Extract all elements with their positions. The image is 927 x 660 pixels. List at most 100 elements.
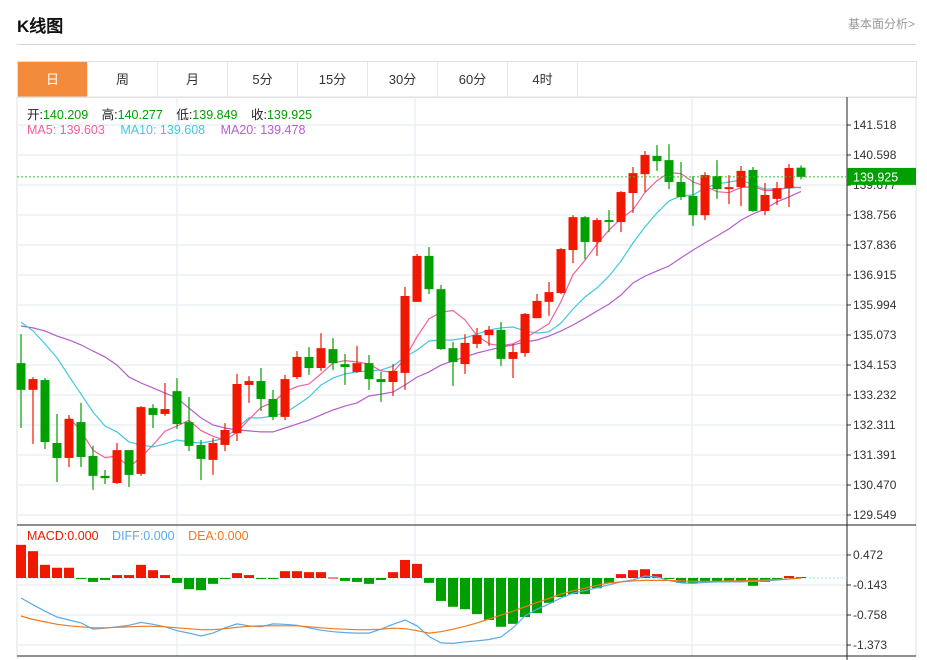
candle-up bbox=[412, 253, 422, 302]
candle-up bbox=[544, 281, 554, 316]
macd-bar bbox=[232, 573, 242, 578]
ma5-legend: MA5: 139.603 bbox=[27, 123, 105, 137]
high-value: 140.277 bbox=[117, 108, 163, 122]
candle-up bbox=[532, 294, 542, 319]
dea-legend-value: DEA:0.000 bbox=[188, 529, 249, 543]
macd-bar bbox=[136, 564, 146, 578]
macd-legend: MACD:0.000 DIFF:0.000 DEA:0.000 bbox=[27, 529, 249, 543]
candle-up bbox=[160, 383, 170, 416]
low-value: 139.849 bbox=[192, 108, 238, 122]
ma20-line bbox=[20, 190, 802, 433]
candle-body bbox=[112, 450, 122, 484]
macd-bar bbox=[172, 578, 182, 583]
macd-bar bbox=[508, 578, 518, 624]
open-value: 140.209 bbox=[42, 108, 89, 122]
macd-bar bbox=[712, 578, 722, 581]
candle-body bbox=[760, 194, 770, 211]
ma20-legend: MA20: 139.478 bbox=[220, 123, 306, 137]
candle-down bbox=[52, 413, 62, 483]
macd-tick-label: -0.758 bbox=[853, 608, 887, 622]
candle-body bbox=[412, 255, 422, 302]
candle-body bbox=[232, 383, 242, 434]
macd-bar bbox=[244, 575, 254, 578]
macd-bar bbox=[448, 578, 458, 607]
candle-up bbox=[64, 414, 74, 468]
candle-body bbox=[472, 335, 482, 344]
macd-bar bbox=[304, 572, 314, 578]
macd-bar bbox=[364, 578, 374, 584]
macd-bar bbox=[280, 571, 290, 578]
candle-up bbox=[640, 151, 650, 193]
candle-up bbox=[280, 374, 290, 421]
candle-body bbox=[736, 170, 746, 188]
candle-body bbox=[448, 348, 458, 363]
candle-body bbox=[604, 220, 614, 223]
candle-up bbox=[556, 248, 566, 295]
candle-body bbox=[292, 356, 302, 378]
candle-down bbox=[124, 450, 134, 487]
candle-body bbox=[148, 408, 158, 415]
candle-up bbox=[28, 377, 38, 444]
macd-bar bbox=[328, 577, 338, 579]
candle-body bbox=[76, 422, 86, 457]
macd-bar bbox=[208, 578, 218, 584]
candle-down bbox=[148, 404, 158, 428]
candle-down bbox=[748, 166, 758, 212]
candle-body bbox=[460, 342, 470, 365]
candle-body bbox=[784, 167, 794, 189]
candle-body bbox=[388, 370, 398, 383]
diff-legend-value: DIFF:0.000 bbox=[112, 529, 175, 543]
ma10-line bbox=[20, 179, 802, 448]
candle-up bbox=[568, 215, 578, 264]
candle-up bbox=[508, 343, 518, 379]
candle-down bbox=[304, 347, 314, 375]
price-tick-label: 132.311 bbox=[853, 418, 896, 432]
candle-down bbox=[424, 247, 434, 295]
candle-body bbox=[724, 187, 734, 190]
candle-body bbox=[376, 379, 386, 383]
candle-body bbox=[184, 422, 194, 446]
macd-bar bbox=[472, 578, 482, 615]
candle-down bbox=[196, 440, 206, 481]
kline-chart[interactable]: 141.518140.598139.677138.756137.836136.9… bbox=[0, 0, 927, 660]
macd-bar bbox=[460, 578, 470, 610]
candle-body bbox=[100, 475, 110, 479]
candle-up bbox=[112, 442, 122, 485]
candle-body bbox=[316, 348, 326, 369]
candle-down bbox=[448, 341, 458, 386]
candle-down bbox=[580, 216, 590, 260]
candle-body bbox=[592, 220, 602, 242]
ma-legend: MA5: 139.603 MA10: 139.608 MA20: 139.478 bbox=[27, 123, 305, 137]
candle-down bbox=[676, 162, 686, 200]
macd-bar bbox=[340, 578, 350, 581]
candle-body bbox=[52, 442, 62, 458]
candle-up bbox=[244, 376, 254, 403]
candle-body bbox=[280, 379, 290, 417]
candle-body bbox=[244, 381, 254, 385]
price-tick-label: 134.153 bbox=[853, 358, 897, 372]
candle-body bbox=[748, 169, 758, 211]
macd-bar bbox=[484, 578, 494, 620]
candle-down bbox=[436, 284, 446, 350]
macd-bar bbox=[268, 578, 278, 579]
candle-up bbox=[136, 406, 146, 476]
candle-body bbox=[340, 364, 350, 368]
candle-body bbox=[40, 380, 50, 442]
candle-down bbox=[652, 145, 662, 171]
candle-down bbox=[268, 389, 278, 421]
price-tick-label: 135.994 bbox=[853, 298, 897, 312]
macd-bar bbox=[64, 567, 74, 578]
macd-bar bbox=[28, 551, 38, 578]
macd-bar bbox=[52, 567, 62, 578]
candle-body bbox=[532, 300, 542, 319]
macd-bar bbox=[148, 570, 158, 578]
candle-up bbox=[784, 164, 794, 208]
candle-body bbox=[124, 450, 134, 475]
macd-bar bbox=[412, 563, 422, 578]
macd-tick-label: -1.373 bbox=[853, 638, 887, 652]
candle-body bbox=[772, 188, 782, 199]
price-tick-label: 130.470 bbox=[853, 478, 897, 492]
macd-bar bbox=[112, 575, 122, 578]
candle-down bbox=[664, 144, 674, 190]
candle-body bbox=[64, 418, 74, 458]
